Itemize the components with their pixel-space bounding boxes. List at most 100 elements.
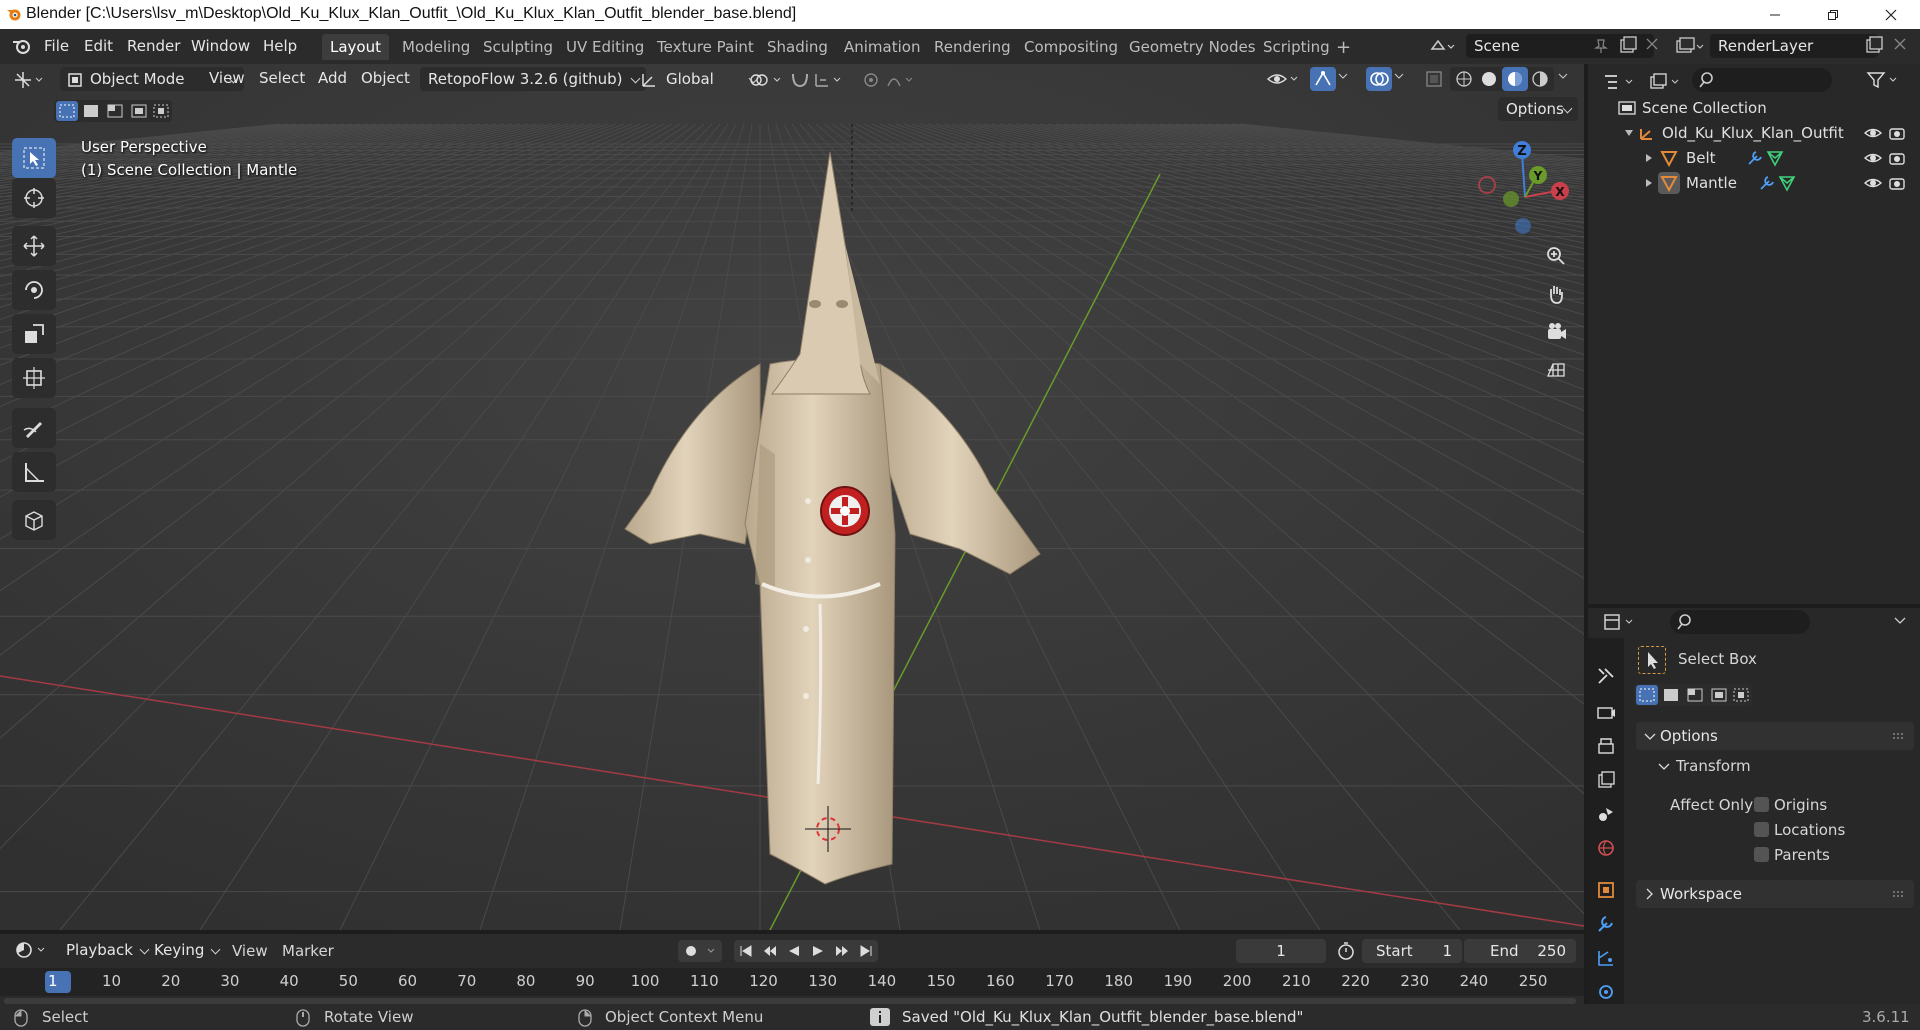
tool-tab-icon[interactable] <box>1594 664 1618 688</box>
mode-extend-icon[interactable] <box>1660 685 1682 705</box>
tab-texture-paint[interactable]: Texture Paint <box>649 34 762 60</box>
material-shading-button[interactable] <box>1502 67 1528 91</box>
zoom-icon[interactable] <box>1540 240 1572 272</box>
scene-selector-icon[interactable] <box>1428 35 1456 57</box>
overlays-dropdown-icon[interactable] <box>1394 71 1404 81</box>
play-reverse-icon[interactable] <box>782 944 806 958</box>
view-layer-icon[interactable] <box>1674 35 1704 57</box>
pivot-icon[interactable] <box>748 70 784 90</box>
add-workspace-icon[interactable]: + <box>1336 37 1351 58</box>
start-frame-field[interactable]: Start 1 <box>1362 939 1462 963</box>
proportional-editing-icon[interactable] <box>862 70 914 90</box>
pan-hand-icon[interactable] <box>1540 278 1572 310</box>
mode-new-icon[interactable] <box>1636 685 1658 705</box>
jump-start-icon[interactable] <box>734 944 758 958</box>
render-camera-icon[interactable] <box>1888 175 1906 191</box>
particles-tab-icon[interactable] <box>1594 946 1618 970</box>
close-window-button[interactable] <box>1862 0 1920 29</box>
outliner-item-mantle[interactable]: Mantle <box>1588 171 1920 195</box>
frame-ruler[interactable]: 1 10 20 30 40 50 60 70 80 90 100 110 120 130 140 150 160… <box>0 968 1584 996</box>
solid-shading-icon[interactable] <box>1479 69 1499 89</box>
tool-scale[interactable] <box>12 314 56 354</box>
tab-scripting[interactable]: Scripting <box>1255 34 1338 60</box>
editor-type-icon[interactable] <box>12 69 48 91</box>
tab-geometry-nodes[interactable]: Geometry Nodes <box>1121 34 1264 60</box>
properties-editor-type-icon[interactable] <box>1602 612 1638 632</box>
timeline-editor-type-icon[interactable] <box>14 939 50 961</box>
visibility-icon[interactable] <box>1266 69 1300 89</box>
ortho-toggle-icon[interactable] <box>1540 354 1572 386</box>
object-tab-icon[interactable] <box>1594 878 1618 902</box>
shading-dropdown-icon[interactable] <box>1558 71 1568 81</box>
outliner-collection-row[interactable]: Old_Ku_Klux_Klan_Outfit <box>1588 121 1920 145</box>
menu-edit[interactable]: Edit <box>78 35 119 57</box>
menu-help[interactable]: Help <box>257 35 303 57</box>
new-view-layer-icon[interactable] <box>1864 35 1884 55</box>
transform-subpanel-header[interactable]: Transform <box>1636 752 1914 780</box>
viewport-menu-select[interactable]: Select <box>259 69 305 87</box>
select-new-icon[interactable] <box>56 101 78 121</box>
rendered-shading-icon[interactable] <box>1530 69 1550 89</box>
output-tab-icon[interactable] <box>1594 734 1618 758</box>
camera-view-icon[interactable] <box>1540 316 1572 348</box>
play-icon[interactable] <box>806 944 830 958</box>
tool-add-cube[interactable] <box>12 500 56 540</box>
properties-search-input[interactable] <box>1670 610 1810 634</box>
select-invert-icon[interactable] <box>128 101 150 121</box>
restore-button[interactable] <box>1804 0 1862 29</box>
eye-icon[interactable] <box>1864 150 1882 166</box>
pin-icon[interactable] <box>1594 38 1608 54</box>
playback-menu[interactable]: Playback <box>58 938 155 962</box>
eye-icon[interactable] <box>1864 125 1882 141</box>
tab-uv-editing[interactable]: UV Editing <box>558 34 652 60</box>
options-panel-header[interactable]: Options <box>1636 722 1914 750</box>
keying-menu[interactable]: Keying <box>146 938 226 962</box>
delete-scene-icon[interactable] <box>1646 38 1658 50</box>
mesh-data-icon[interactable] <box>1778 174 1796 192</box>
tab-rendering[interactable]: Rendering <box>926 34 1019 60</box>
jump-end-icon[interactable] <box>854 944 878 958</box>
modifier-tab-icon[interactable] <box>1594 912 1618 936</box>
timeline-view-menu[interactable]: View <box>232 942 268 960</box>
tool-annotate[interactable] <box>12 408 56 448</box>
select-subtract-icon[interactable] <box>104 101 126 121</box>
tab-compositing[interactable]: Compositing <box>1016 34 1126 60</box>
render-camera-icon[interactable] <box>1888 150 1906 166</box>
new-scene-icon[interactable] <box>1618 35 1638 55</box>
tab-shading[interactable]: Shading <box>759 34 836 60</box>
select-extend-icon[interactable] <box>80 101 102 121</box>
view-layer-tab-icon[interactable] <box>1594 768 1618 792</box>
outliner-item-belt[interactable]: Belt <box>1588 146 1920 170</box>
filter-icon[interactable] <box>1866 70 1900 90</box>
tool-move[interactable] <box>12 226 56 266</box>
render-layer-field[interactable]: RenderLayer <box>1710 34 1878 58</box>
outliner-search-input[interactable] <box>1692 68 1832 92</box>
tool-cursor[interactable] <box>12 178 56 218</box>
modifier-wrench-icon[interactable] <box>1758 174 1776 192</box>
outliner-scene-collection[interactable]: Scene Collection <box>1588 96 1920 120</box>
mode-invert-icon[interactable] <box>1708 685 1730 705</box>
mode-subtract-icon[interactable] <box>1684 685 1706 705</box>
xray-toggle-icon[interactable] <box>1424 69 1444 89</box>
render-tab-icon[interactable] <box>1594 700 1618 724</box>
viewport-menu-view[interactable]: View <box>209 69 245 87</box>
expand-right-icon[interactable] <box>1644 178 1654 188</box>
expand-down-icon[interactable] <box>1624 128 1634 138</box>
origins-checkbox[interactable] <box>1754 797 1769 812</box>
world-tab-icon[interactable] <box>1594 836 1618 860</box>
delete-view-layer-icon[interactable] <box>1894 38 1906 50</box>
stopwatch-icon[interactable] <box>1336 941 1356 961</box>
menu-file[interactable]: File <box>38 35 75 57</box>
tool-select-box[interactable] <box>12 138 56 178</box>
tool-rotate[interactable] <box>12 270 56 310</box>
scene-tab-icon[interactable] <box>1594 802 1618 826</box>
overlays-toggle-button[interactable] <box>1366 67 1392 91</box>
tab-sculpting[interactable]: Sculpting <box>475 34 561 60</box>
tab-modeling[interactable]: Modeling <box>394 34 478 60</box>
outliner-editor-type-icon[interactable] <box>1602 72 1638 92</box>
auto-keying-button[interactable] <box>678 940 722 962</box>
minimize-button[interactable] <box>1746 0 1804 29</box>
3d-viewport[interactable] <box>0 64 1584 930</box>
viewport-menu-object[interactable]: Object <box>361 69 410 87</box>
retopoflow-dropdown[interactable]: RetopoFlow 3.2.6 (github) <box>420 67 646 91</box>
